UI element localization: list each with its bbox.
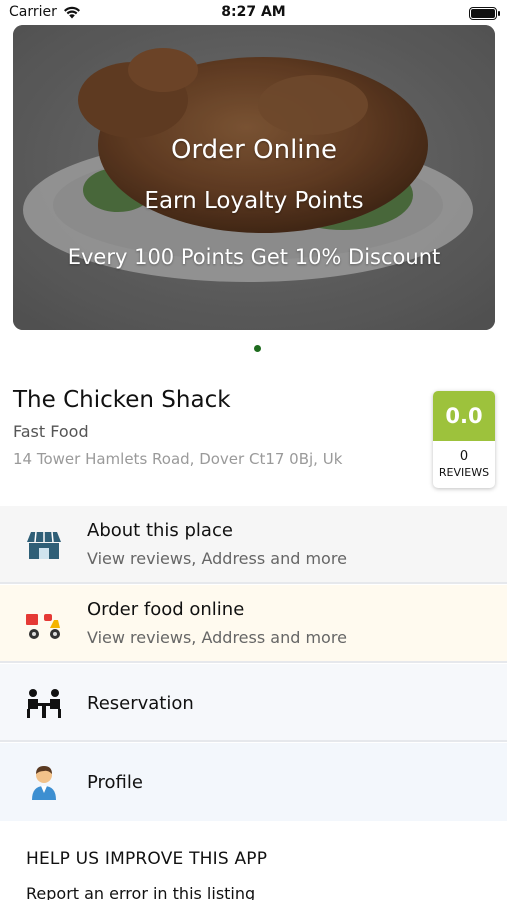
menu-item-about[interactable]: About this place View reviews, Address a… bbox=[0, 506, 507, 584]
order-subtitle: View reviews, Address and more bbox=[87, 628, 347, 647]
menu-item-reservation[interactable]: Reservation bbox=[0, 664, 507, 742]
profile-title: Profile bbox=[87, 772, 143, 793]
banner-offer: Every 100 Points Get 10% Discount bbox=[67, 245, 441, 269]
about-title: About this place bbox=[87, 520, 233, 541]
dining-table-icon bbox=[27, 689, 61, 718]
carousel-page-indicator[interactable] bbox=[254, 345, 261, 352]
status-time: 8:27 AM bbox=[221, 4, 286, 20]
help-section-title: HELP US IMPROVE THIS APP bbox=[26, 849, 268, 869]
restaurant-address: 14 Tower Hamlets Road, Dover Ct17 0Bj, U… bbox=[13, 450, 343, 468]
promo-banner[interactable]: Order Online Earn Loyalty Points Every 1… bbox=[13, 25, 495, 330]
order-title: Order food online bbox=[87, 599, 245, 620]
banner-headline: Order Online bbox=[170, 135, 338, 165]
rating-score: 0.0 bbox=[433, 391, 495, 441]
about-subtitle: View reviews, Address and more bbox=[87, 549, 347, 568]
menu-item-profile[interactable]: Profile bbox=[0, 743, 507, 821]
restaurant-name: The Chicken Shack bbox=[13, 387, 231, 413]
roast-chicken-image bbox=[13, 25, 495, 330]
review-count: 0 bbox=[459, 449, 469, 464]
reservation-title: Reservation bbox=[87, 693, 194, 714]
user-profile-icon bbox=[32, 766, 56, 800]
rating-card[interactable]: 0.0 0 REVIEWS bbox=[433, 391, 495, 488]
banner-subheadline: Earn Loyalty Points bbox=[144, 188, 364, 214]
delivery-scooter-icon bbox=[26, 614, 60, 639]
status-bar: Carrier 8:27 AM bbox=[0, 0, 507, 26]
restaurant-category: Fast Food bbox=[13, 422, 89, 441]
store-icon bbox=[27, 531, 61, 559]
report-error-link[interactable]: Report an error in this listing bbox=[26, 884, 255, 900]
menu-item-order-food[interactable]: Order food online View reviews, Address … bbox=[0, 585, 507, 663]
reviews-label: REVIEWS bbox=[438, 466, 490, 479]
battery-icon bbox=[469, 7, 500, 20]
